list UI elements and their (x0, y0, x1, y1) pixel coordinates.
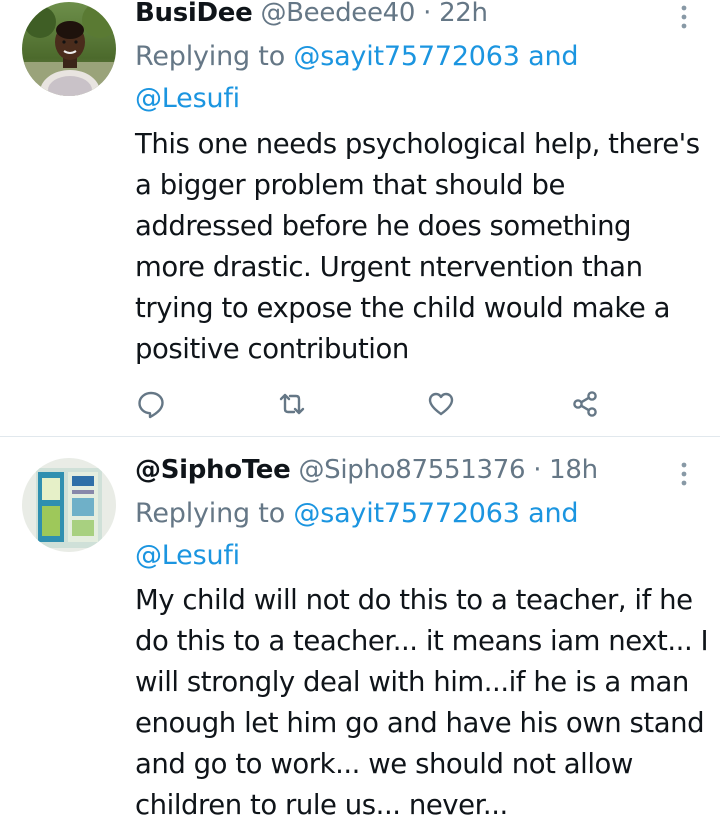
retweet-button[interactable] (272, 384, 312, 424)
tweet-text: My child will not do this to a teacher, … (135, 580, 710, 826)
mention-conjunction[interactable]: and (528, 498, 578, 529)
replying-to: Replying to @sayit75772063 and @Lesufi (135, 36, 695, 120)
like-button[interactable] (421, 384, 461, 424)
timestamp[interactable]: 18h (549, 455, 598, 485)
mention-link[interactable]: @sayit75772063 (293, 41, 520, 72)
tweet-text-line: do this to a teacher... it means iam nex… (135, 625, 709, 657)
tweet-text-line: children to rule us... never... (135, 789, 508, 821)
user-handle[interactable]: @Sipho87551376 (298, 455, 525, 485)
separator-dot: · (533, 455, 542, 485)
mention-link[interactable]: @Lesufi (135, 83, 240, 114)
reply-icon (138, 391, 164, 419)
share-icon (573, 391, 597, 417)
display-name[interactable]: @SiphoTee (135, 455, 291, 485)
tweet-text-line: will strongly deal with him...if he is a… (135, 666, 689, 698)
tweet-text: This one needs psychological help, there… (135, 124, 710, 370)
replying-to: Replying to @sayit75772063 and @Lesufi (135, 493, 695, 577)
replying-to-label: Replying to (135, 41, 286, 72)
avatar[interactable] (22, 458, 116, 552)
tweet-text-line: a bigger problem that should be (135, 169, 565, 201)
tweet-text-line: This one needs psychological help, there… (135, 128, 700, 160)
user-handle[interactable]: @Beedee40 (260, 0, 415, 28)
tweet-text-line: addressed before he does something (135, 210, 632, 242)
more-options-icon[interactable] (672, 0, 696, 36)
tweet-text-line: more drastic. Urgent ntervention than (135, 251, 643, 283)
tweet-actions (135, 384, 615, 424)
replying-to-label: Replying to (135, 498, 286, 529)
avatar[interactable] (22, 2, 116, 96)
timestamp[interactable]: 22h (439, 0, 488, 28)
tweet-text-line: My child will not do this to a teacher, … (135, 584, 693, 616)
tweet-text-line: and go to work... we should not allow (135, 748, 633, 780)
tweet-text-line: positive contribution (135, 333, 409, 365)
display-name[interactable]: BusiDee (135, 0, 253, 28)
separator-dot: · (423, 0, 432, 28)
tweet[interactable]: @SiphoTee @Sipho87551376 · 18h Replying … (0, 437, 720, 825)
tweet-text-line: enough let him go and have his own stand (135, 707, 705, 739)
tweet-header: @SiphoTee @Sipho87551376 · 18h (135, 453, 598, 493)
tweet-text-line: trying to expose the child would make a (135, 292, 670, 324)
mention-link[interactable]: @sayit75772063 (293, 498, 520, 529)
retweet-icon (279, 393, 305, 415)
share-button[interactable] (565, 384, 605, 424)
heart-icon (428, 392, 454, 416)
tweet[interactable]: BusiDee @Beedee40 · 22h Replying to @say… (0, 0, 720, 436)
reply-button[interactable] (131, 384, 171, 424)
mention-link[interactable]: @Lesufi (135, 540, 240, 571)
more-options-icon[interactable] (672, 457, 696, 493)
tweet-header: BusiDee @Beedee40 · 22h (135, 0, 488, 36)
mention-conjunction[interactable]: and (528, 41, 578, 72)
